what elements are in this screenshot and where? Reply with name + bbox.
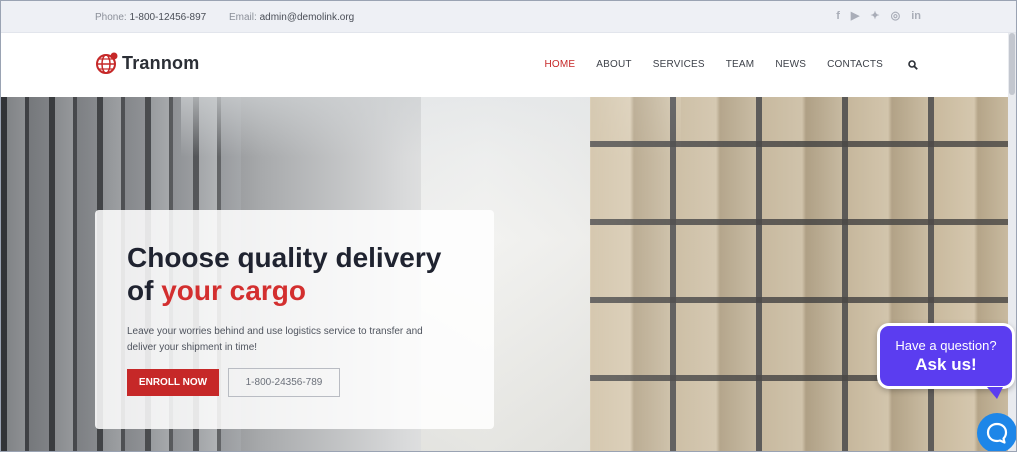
chat-question: Have a question? [895, 338, 997, 353]
linkedin-icon[interactable]: in [911, 10, 921, 22]
instagram-icon[interactable]: ◎ [891, 10, 901, 22]
email-label: Email: [229, 12, 257, 23]
nav-contacts[interactable]: CONTACTS [827, 59, 883, 70]
chat-cta: Ask us! [915, 355, 977, 374]
twitter-icon[interactable]: ✦ [870, 10, 879, 22]
phone-value[interactable]: 1-800-12456-897 [129, 12, 206, 23]
browser-viewport: Phone: 1-800-12456-897 Email: admin@demo… [0, 0, 1017, 452]
hero-description: Leave your worries behind and use logist… [127, 326, 423, 353]
main-nav: HOME ABOUT SERVICES TEAM NEWS CONTACTS [544, 59, 918, 70]
vertical-scrollbar[interactable] [1008, 33, 1016, 451]
brand-name: Trannom [122, 52, 200, 73]
facebook-icon[interactable]: f [836, 10, 840, 22]
phone-label: Phone: [95, 12, 127, 23]
chat-prompt-bubble[interactable]: Have a question? Ask us! [877, 323, 1015, 389]
social-links: f ▶ ✦ ◎ in [836, 10, 921, 22]
hero-title-accent: your cargo [161, 275, 306, 306]
globe-logo-icon [96, 52, 118, 74]
hero-card: Choose quality delivery of your cargo Le… [95, 210, 494, 429]
scrollbar-thumb[interactable] [1009, 33, 1015, 95]
chat-bubble-icon [986, 422, 1008, 444]
nav-news[interactable]: NEWS [775, 59, 806, 70]
contact-info: Phone: 1-800-12456-897 Email: admin@demo… [95, 12, 354, 23]
nav-services[interactable]: SERVICES [653, 59, 705, 70]
hero-section: Choose quality delivery of your cargo Le… [1, 97, 1010, 451]
search-icon[interactable] [908, 59, 918, 70]
enroll-now-button[interactable]: ENROLL NOW [127, 369, 219, 396]
site-header: Trannom HOME ABOUT SERVICES TEAM NEWS CO… [1, 33, 1010, 97]
youtube-icon[interactable]: ▶ [851, 10, 859, 22]
hero-title: Choose quality delivery of your cargo [127, 241, 487, 307]
top-info-bar: Phone: 1-800-12456-897 Email: admin@demo… [1, 1, 1016, 33]
chat-launcher-button[interactable] [977, 413, 1016, 451]
phone-button[interactable]: 1-800-24356-789 [228, 368, 340, 397]
nav-team[interactable]: TEAM [726, 59, 755, 70]
nav-home[interactable]: HOME [544, 59, 575, 70]
hero-title-line1: Choose quality delivery [127, 242, 442, 273]
hero-title-prefix: of [127, 275, 154, 306]
nav-about[interactable]: ABOUT [596, 59, 631, 70]
brand-logo[interactable]: Trannom [95, 51, 199, 75]
email-value[interactable]: admin@demolink.org [260, 12, 355, 23]
